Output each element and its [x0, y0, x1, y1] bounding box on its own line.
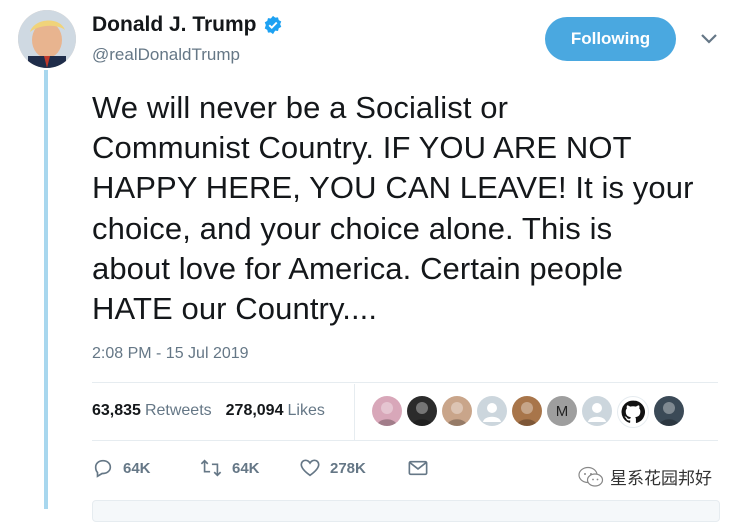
likes-stat[interactable]: 278,094 Likes [226, 402, 325, 420]
retweet-count: 64K [232, 459, 260, 477]
github-icon [621, 400, 646, 423]
reply-box[interactable] [92, 500, 720, 522]
chevron-down-icon[interactable] [698, 31, 720, 47]
heart-icon [300, 459, 320, 477]
retweets-stat[interactable]: 63,835 Retweets [92, 402, 212, 420]
reply-action[interactable]: 64K [92, 457, 199, 479]
profile-photo-icon [412, 402, 432, 426]
verified-badge-icon [264, 15, 281, 35]
retweets-label: Retweets [144, 402, 212, 419]
reply-count: 64K [123, 459, 151, 477]
tweet-text: We will never be a Socialist or Communis… [92, 90, 694, 327]
profile-photo-icon [447, 402, 467, 426]
liker-avatar[interactable] [442, 396, 472, 426]
divider-bottom [92, 440, 718, 441]
envelope-icon [408, 460, 428, 476]
author-avatar[interactable] [18, 10, 76, 68]
default-profile-icon [483, 403, 501, 422]
profile-photo-icon [517, 402, 537, 426]
liker-avatar[interactable]: M [547, 396, 577, 426]
liker-avatar[interactable] [407, 396, 437, 426]
liker-avatar[interactable] [477, 396, 507, 426]
watermark-text: 星系花园邦好 [610, 469, 712, 488]
retweet-icon [200, 459, 222, 477]
liker-avatar[interactable] [654, 396, 684, 426]
tweet-timestamp[interactable]: 2:08 PM - 15 Jul 2019 [92, 345, 249, 363]
wechat-icon [578, 466, 604, 487]
author-name-row: Donald J. Trump [92, 13, 283, 37]
liker-avatars: M [372, 396, 684, 428]
direct-message-action[interactable] [407, 458, 429, 478]
following-button[interactable]: Following [545, 17, 676, 61]
liker-avatar[interactable] [582, 396, 612, 426]
tweet-actions: 64K 64K 278K [92, 457, 429, 479]
retweet-action[interactable]: 64K [199, 457, 299, 479]
profile-photo-icon [659, 402, 679, 426]
like-action[interactable]: 278K [299, 457, 407, 479]
author-name[interactable]: Donald J. Trump [92, 13, 257, 37]
tweet-stats: 63,835 Retweets 278,094 Likes [92, 402, 339, 420]
liker-avatar[interactable] [512, 396, 542, 426]
stats-separator [354, 384, 355, 440]
liker-avatar[interactable] [372, 396, 402, 426]
reply-icon [94, 459, 112, 478]
liker-avatar[interactable] [617, 396, 649, 428]
watermark: 星系花园邦好 [578, 464, 712, 489]
likes-label: Likes [287, 402, 325, 419]
liker-avatar-letter: M [555, 402, 569, 420]
profile-photo-icon [377, 402, 397, 426]
likes-count: 278,094 [225, 402, 284, 419]
divider-top [92, 382, 718, 383]
avatar-image [18, 10, 76, 68]
retweets-count: 63,835 [92, 402, 141, 419]
author-handle[interactable]: @realDonaldTrump [92, 45, 240, 65]
thread-line [44, 70, 48, 509]
default-profile-icon [588, 403, 606, 422]
like-count: 278K [330, 459, 366, 477]
